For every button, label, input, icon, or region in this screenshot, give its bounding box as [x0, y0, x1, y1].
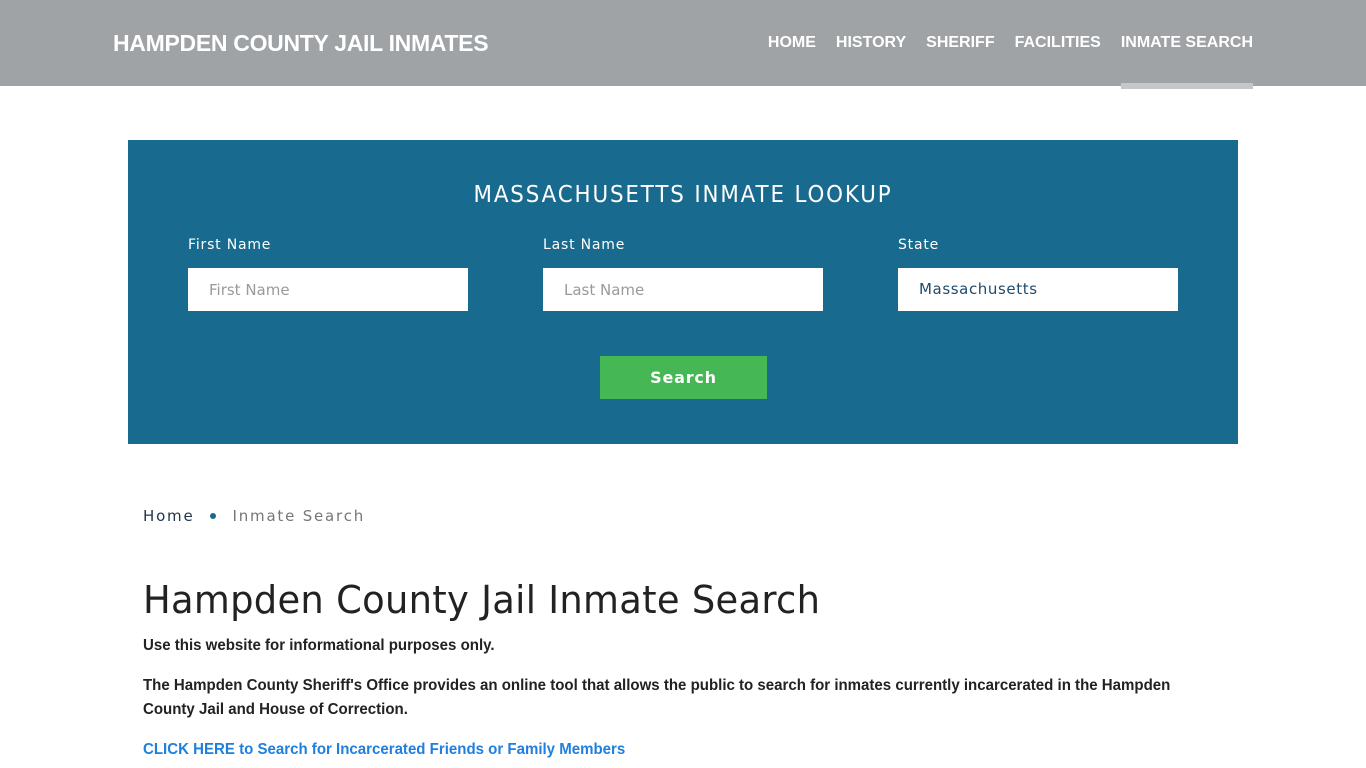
main-nav: HOME HISTORY SHERIFF FACILITIES INMATE S… [768, 0, 1254, 89]
disclaimer-text: Use this website for informational purpo… [143, 637, 495, 654]
description-text: The Hampden County Sheriff's Office prov… [143, 677, 1171, 718]
lookup-title: MASSACHUSETTS INMATE LOOKUP [473, 182, 893, 208]
first-name-label: First Name [188, 237, 272, 253]
nav-history[interactable]: HISTORY [836, 0, 906, 86]
nav-inmate-search[interactable]: INMATE SEARCH [1120, 0, 1254, 89]
breadcrumb: Home Inmate Search [143, 507, 365, 525]
site-header: HAMPDEN COUNTY JAIL INMATES HOME HISTORY… [0, 0, 1366, 89]
last-name-input[interactable] [543, 268, 823, 311]
state-label: State [898, 237, 940, 253]
site-brand-link[interactable]: HAMPDEN COUNTY JAIL INMATES [113, 30, 489, 57]
nav-home[interactable]: HOME [768, 0, 816, 86]
page-title: Hampden County Jail Inmate Search [143, 578, 821, 622]
nav-sheriff[interactable]: SHERIFF [926, 0, 994, 86]
search-button[interactable]: Search [600, 356, 767, 399]
breadcrumb-home[interactable]: Home [143, 507, 195, 525]
state-select[interactable]: Massachusetts [898, 268, 1178, 311]
nav-facilities[interactable]: FACILITIES [1015, 0, 1101, 86]
first-name-input[interactable] [188, 268, 468, 311]
breadcrumb-separator-dot-icon [209, 513, 216, 519]
last-name-label: Last Name [543, 237, 626, 253]
breadcrumb-current: Inmate Search [232, 507, 366, 525]
search-incarcerated-link[interactable]: CLICK HERE to Search for Incarcerated Fr… [143, 738, 625, 762]
